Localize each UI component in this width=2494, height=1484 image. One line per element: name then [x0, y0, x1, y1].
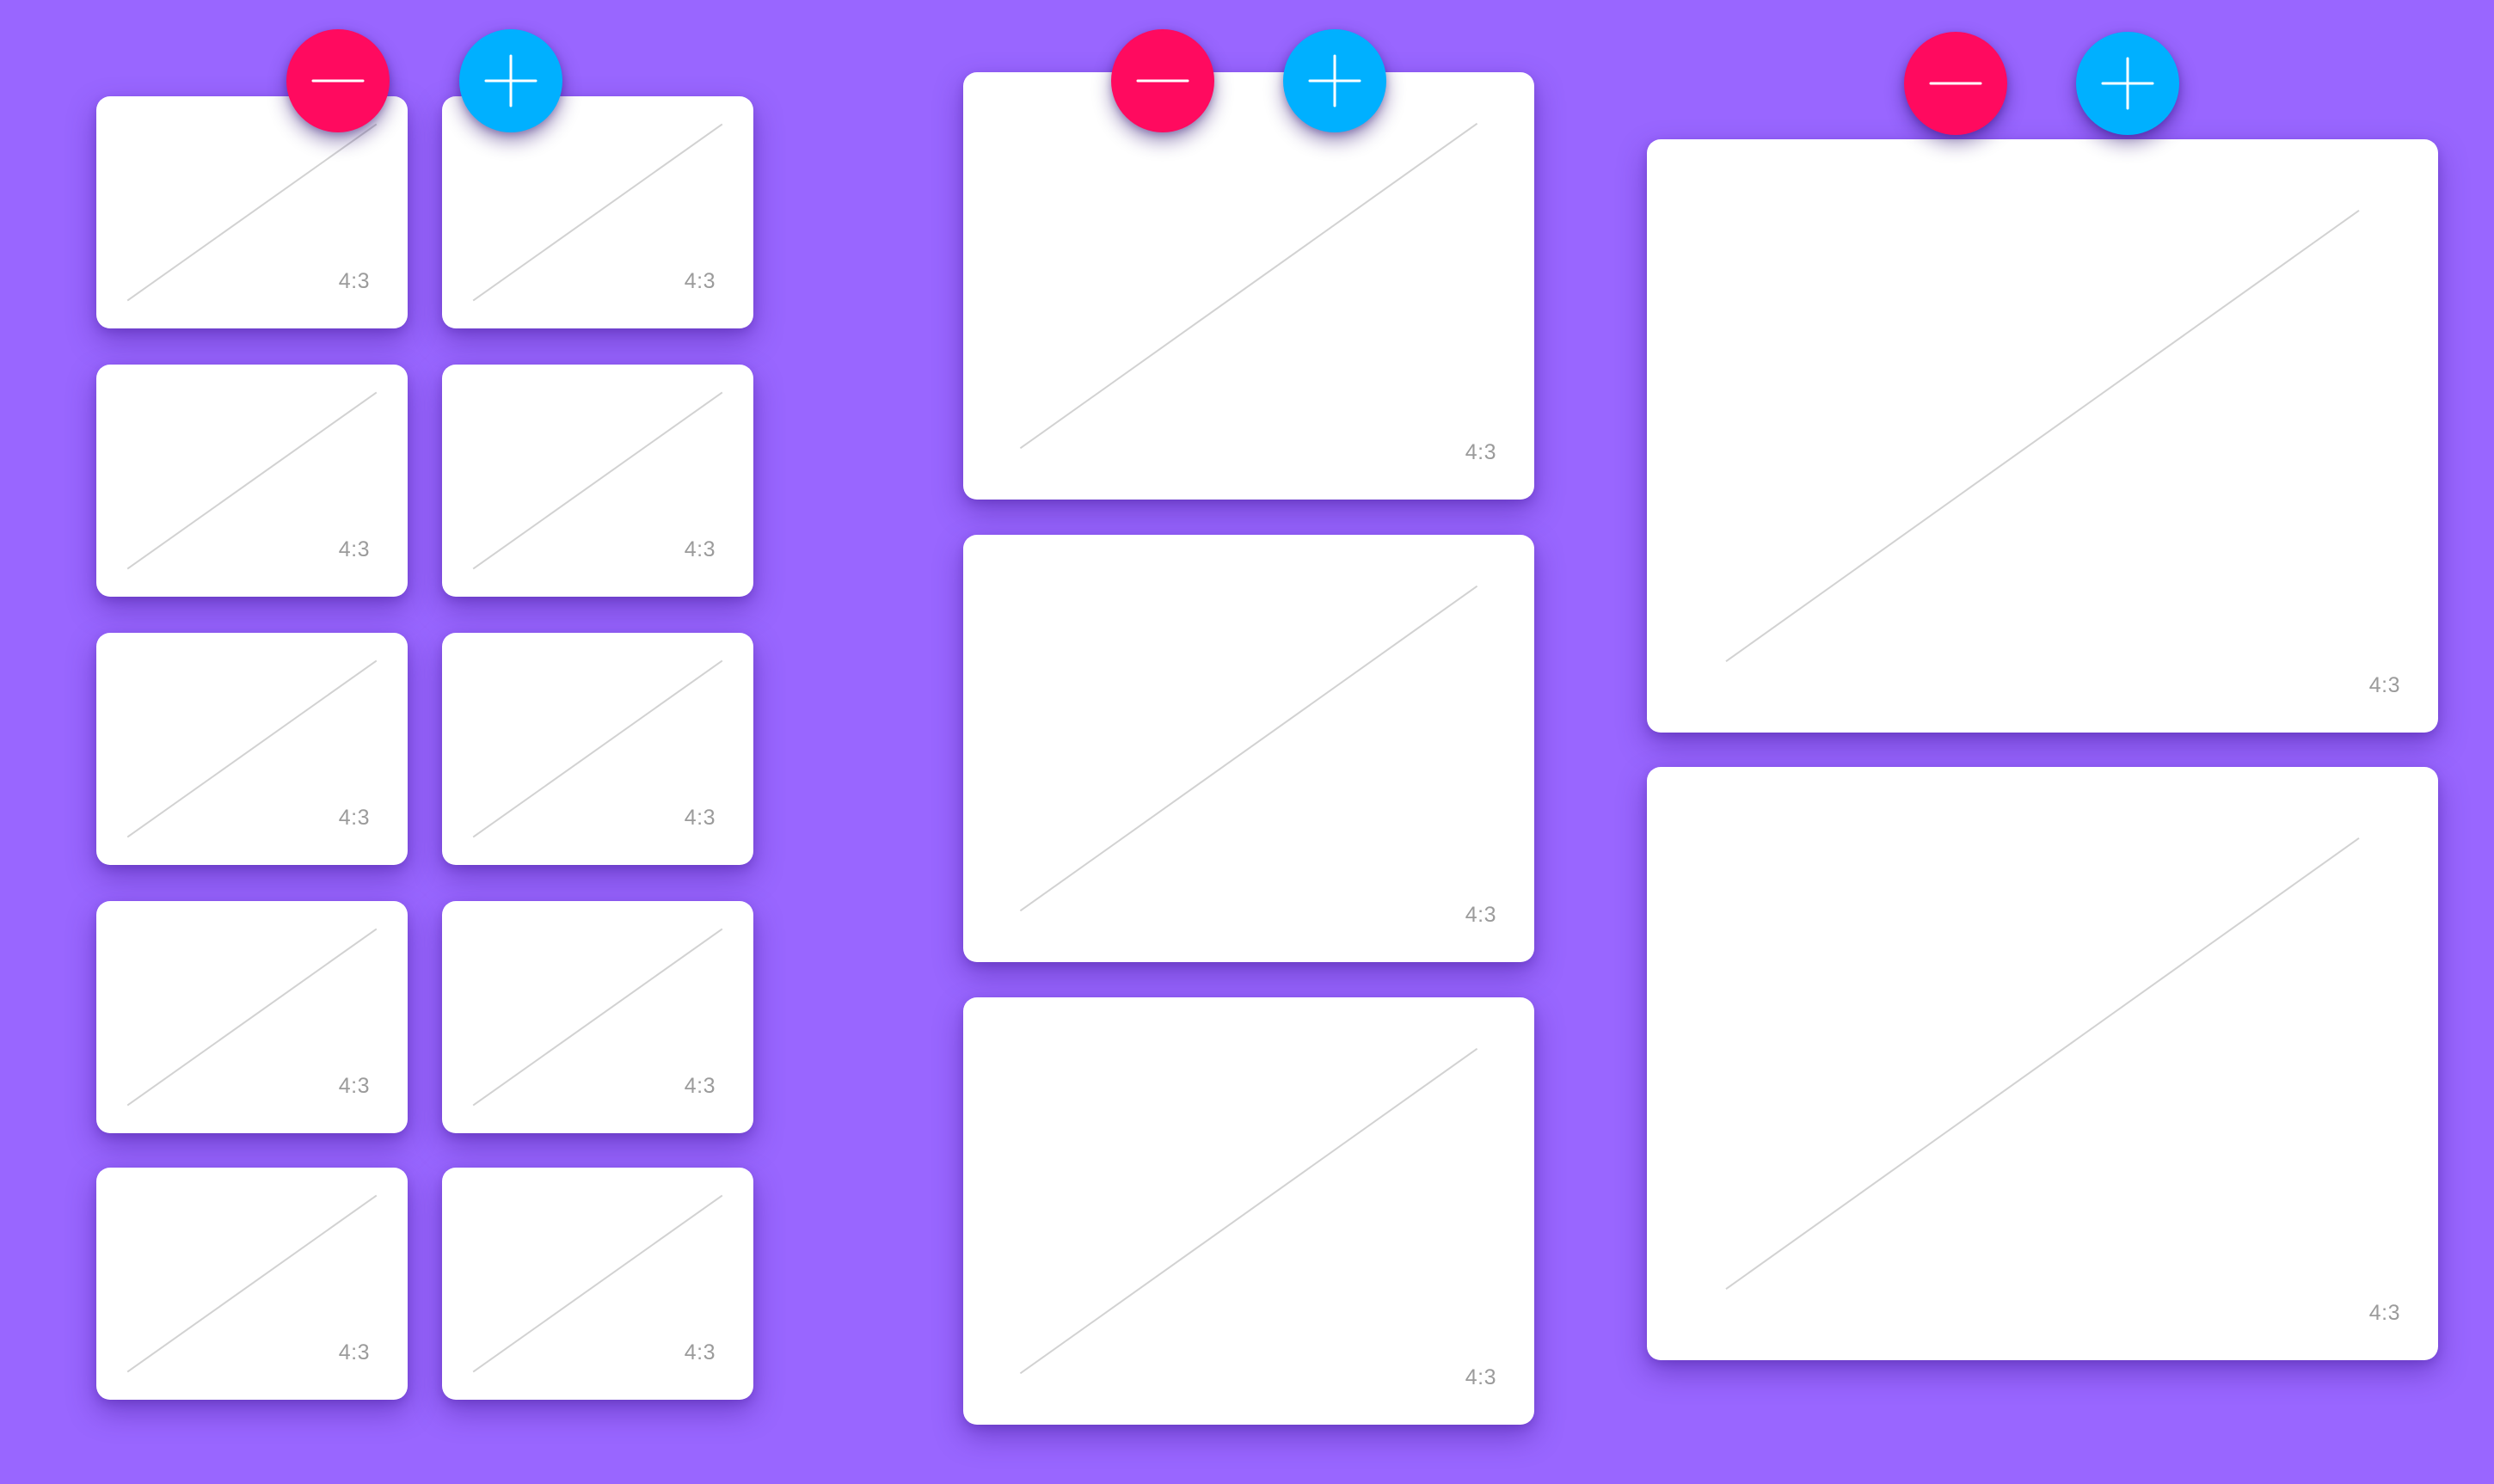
aspect-ratio-label: 4:3 [684, 1340, 716, 1364]
canvas: 4:3 4:3 4:3 4:3 4:3 4:3 4:3 4:3 4:3 4:3 4:3 4:3 4:3 4… [0, 0, 2494, 1484]
aspect-ratio-card: 4:3 [442, 901, 753, 1133]
plus-icon [484, 54, 538, 107]
aspect-ratio-card: 4:3 [963, 535, 1534, 962]
aspect-ratio-label: 4:3 [338, 1074, 370, 1098]
aspect-ratio-label: 4:3 [1465, 440, 1496, 464]
placeholder-diagonal [1725, 209, 2360, 663]
minus-icon [1136, 79, 1189, 83]
aspect-ratio-card: 4:3 [96, 901, 408, 1133]
decrease-size-button[interactable] [1111, 29, 1214, 132]
aspect-ratio-label: 4:3 [338, 537, 370, 561]
placeholder-diagonal [1019, 1047, 1478, 1375]
placeholder-diagonal [1725, 837, 2360, 1291]
aspect-ratio-card: 4:3 [1647, 767, 2438, 1360]
aspect-ratio-card: 4:3 [963, 72, 1534, 500]
aspect-ratio-card: 4:3 [96, 365, 408, 597]
aspect-ratio-card: 4:3 [442, 1168, 753, 1400]
increase-size-button[interactable] [2076, 32, 2179, 135]
minus-icon [311, 79, 365, 83]
placeholder-diagonal [1019, 122, 1478, 450]
increase-size-button[interactable] [459, 29, 562, 132]
aspect-ratio-label: 4:3 [338, 269, 370, 293]
decrease-size-button[interactable] [1904, 32, 2007, 135]
aspect-ratio-label: 4:3 [2368, 1301, 2400, 1325]
aspect-ratio-label: 4:3 [684, 806, 716, 830]
placeholder-diagonal [1019, 585, 1478, 912]
aspect-ratio-label: 4:3 [1465, 903, 1496, 927]
aspect-ratio-label: 4:3 [684, 537, 716, 561]
aspect-ratio-card: 4:3 [442, 633, 753, 865]
aspect-ratio-label: 4:3 [338, 1340, 370, 1364]
aspect-ratio-label: 4:3 [684, 269, 716, 293]
aspect-ratio-label: 4:3 [1465, 1365, 1496, 1389]
aspect-ratio-card: 4:3 [96, 633, 408, 865]
aspect-ratio-card: 4:3 [442, 365, 753, 597]
aspect-ratio-label: 4:3 [338, 806, 370, 830]
aspect-ratio-label: 4:3 [2368, 673, 2400, 697]
aspect-ratio-label: 4:3 [684, 1074, 716, 1098]
aspect-ratio-card: 4:3 [96, 1168, 408, 1400]
plus-icon [2101, 57, 2154, 110]
increase-size-button[interactable] [1283, 29, 1386, 132]
aspect-ratio-card: 4:3 [1647, 139, 2438, 733]
decrease-size-button[interactable] [286, 29, 390, 132]
aspect-ratio-card: 4:3 [963, 997, 1534, 1425]
plus-icon [1308, 54, 1361, 107]
minus-icon [1929, 82, 1982, 85]
